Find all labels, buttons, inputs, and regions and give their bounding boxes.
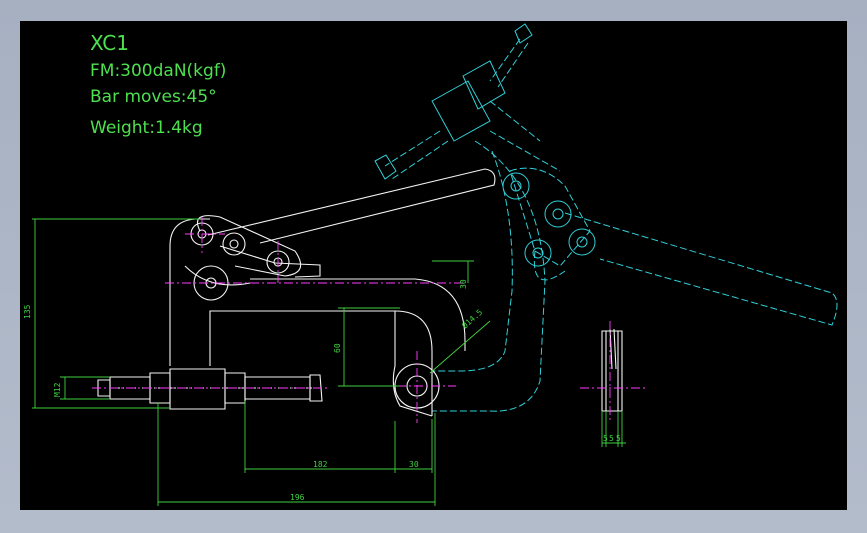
drawing-canvas[interactable]: XC1 FM:300daN(kgf) Bar moves:45° Weight:… (20, 21, 847, 510)
dimensions: 135 M12 60 30 Ø14.5 182 30 196 5 5 5 (23, 218, 626, 506)
dim-5b: 5 (609, 434, 614, 443)
dim-m12: M12 (53, 382, 62, 397)
dim-5c: 5 (616, 434, 621, 443)
cad-drawing: XC1 FM:300daN(kgf) Bar moves:45° Weight:… (23, 23, 838, 506)
clamp-closed-position (97, 168, 623, 417)
dim-30-right: 30 (459, 279, 468, 289)
model-label: XC1 (90, 31, 129, 55)
weight-label: Weight:1.4kg (90, 118, 203, 138)
force-label: FM:300daN(kgf) (90, 61, 226, 81)
dim-30-bottom: 30 (409, 460, 419, 469)
dim-60: 60 (333, 343, 342, 353)
dim-135: 135 (23, 304, 32, 319)
dim-196: 196 (290, 493, 305, 502)
bar-moves-label: Bar moves:45° (90, 87, 217, 107)
centerlines (92, 217, 645, 423)
dim-182: 182 (313, 460, 328, 469)
dim-5a: 5 (603, 434, 608, 443)
app-frame: XC1 FM:300daN(kgf) Bar moves:45° Weight:… (0, 0, 867, 533)
dim-diameter: Ø14.5 (460, 307, 485, 331)
